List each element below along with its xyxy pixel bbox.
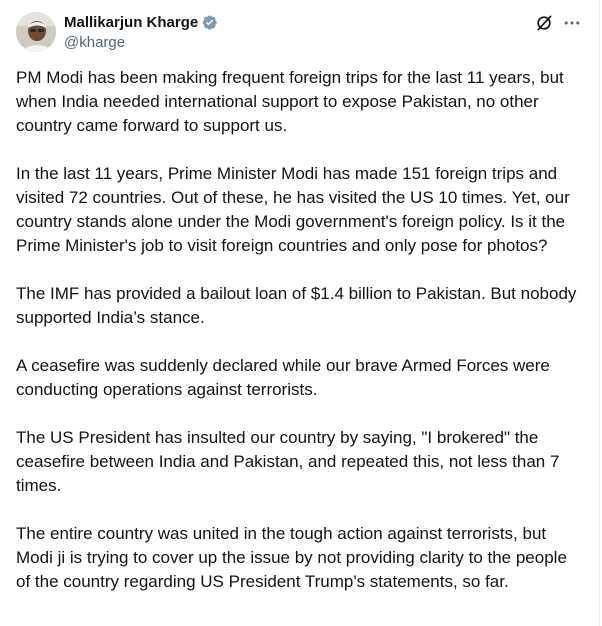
tweet-actions [527,12,583,34]
tweet-paragraph: A ceasefire was suddenly declared while … [16,356,550,399]
more-dots-icon[interactable] [561,12,583,34]
tweet-paragraph: In the last 11 years, Prime Minister Mod… [16,164,570,255]
avatar-image [16,12,56,52]
verified-badge-icon [201,14,218,31]
tweet-text: PM Modi has been making frequent foreign… [16,66,583,618]
tweet-paragraph: PM Modi has been making frequent foreign… [16,68,564,135]
tweet-header: Mallikarjun Kharge @kharge [16,12,583,56]
author-info: Mallikarjun Kharge @kharge [64,12,218,51]
avatar[interactable] [16,12,56,52]
tweet-paragraph: The entire country was united in the tou… [16,524,567,591]
tweet-card: Mallikarjun Kharge @kharge PM Modi has b… [0,0,600,626]
name-row: Mallikarjun Kharge [64,12,218,32]
display-name[interactable]: Mallikarjun Kharge [64,14,198,31]
grok-slash-icon[interactable] [533,12,555,34]
author-handle[interactable]: @kharge [64,34,218,51]
tweet-paragraph: The IMF has provided a bailout loan of $… [16,284,577,327]
tweet-paragraph: The US President has insulted our countr… [16,428,560,495]
